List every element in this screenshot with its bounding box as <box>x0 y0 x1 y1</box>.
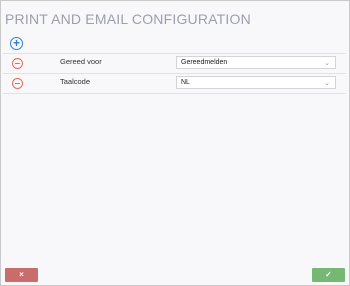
check-icon: ✓ <box>325 270 332 279</box>
remove-row-button[interactable] <box>12 58 23 69</box>
row-label: Taalcode <box>60 77 91 86</box>
taalcode-select[interactable]: NL ⌄ <box>176 76 336 89</box>
page-title: PRINT AND EMAIL CONFIGURATION <box>5 11 251 27</box>
close-icon: × <box>19 270 24 279</box>
config-rows: Gereed voor Gereedmelden ⌄ Taalcode NL ⌄ <box>3 53 346 94</box>
config-dialog: PRINT AND EMAIL CONFIGURATION + Gereed v… <box>0 0 350 286</box>
config-row-gereed-voor: Gereed voor Gereedmelden ⌄ <box>3 53 346 73</box>
cancel-button[interactable]: × <box>5 268 38 282</box>
chevron-down-icon: ⌄ <box>324 80 330 87</box>
gereed-voor-select[interactable]: Gereedmelden ⌄ <box>176 56 336 69</box>
confirm-button[interactable]: ✓ <box>312 268 345 282</box>
plus-circle-icon: + <box>12 36 20 50</box>
chevron-down-icon: ⌄ <box>324 60 330 67</box>
select-value: NL <box>181 79 190 86</box>
config-row-taalcode: Taalcode NL ⌄ <box>3 73 346 94</box>
row-label: Gereed voor <box>60 57 102 66</box>
add-row-button[interactable]: + <box>10 37 23 50</box>
remove-row-button[interactable] <box>12 78 23 89</box>
select-value: Gereedmelden <box>181 59 228 66</box>
